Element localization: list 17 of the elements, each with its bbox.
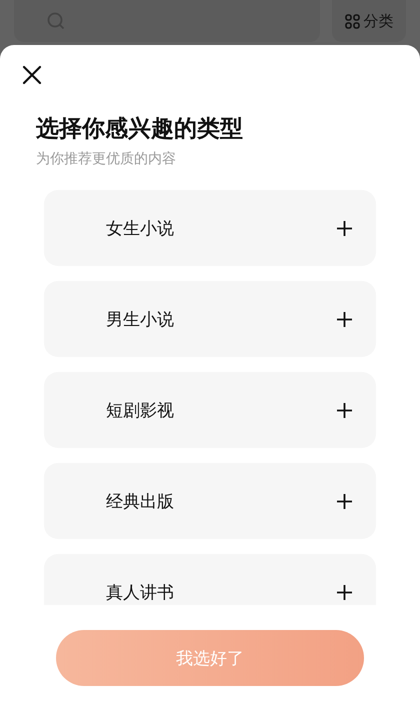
plus-icon	[337, 584, 352, 600]
interest-option[interactable]: 男生小说	[44, 281, 376, 357]
sheet-subtitle: 为你推荐更优质的内容	[36, 150, 177, 168]
search-field[interactable]	[14, 0, 320, 42]
close-icon	[22, 65, 42, 85]
close-button[interactable]	[22, 65, 44, 87]
interest-option[interactable]: 女生小说	[44, 190, 376, 266]
interest-option[interactable]: 经典出版	[44, 463, 376, 539]
interest-option[interactable]: 真人讲书	[44, 554, 376, 605]
plus-icon	[337, 220, 352, 236]
search-icon	[47, 12, 65, 30]
interest-option[interactable]: 短剧影视	[44, 372, 376, 448]
plus-icon	[337, 312, 352, 326]
plus-icon	[337, 494, 352, 508]
plus-icon	[337, 402, 352, 418]
grid-icon	[344, 14, 360, 28]
sheet-title: 选择你感兴趣的类型	[36, 115, 244, 144]
